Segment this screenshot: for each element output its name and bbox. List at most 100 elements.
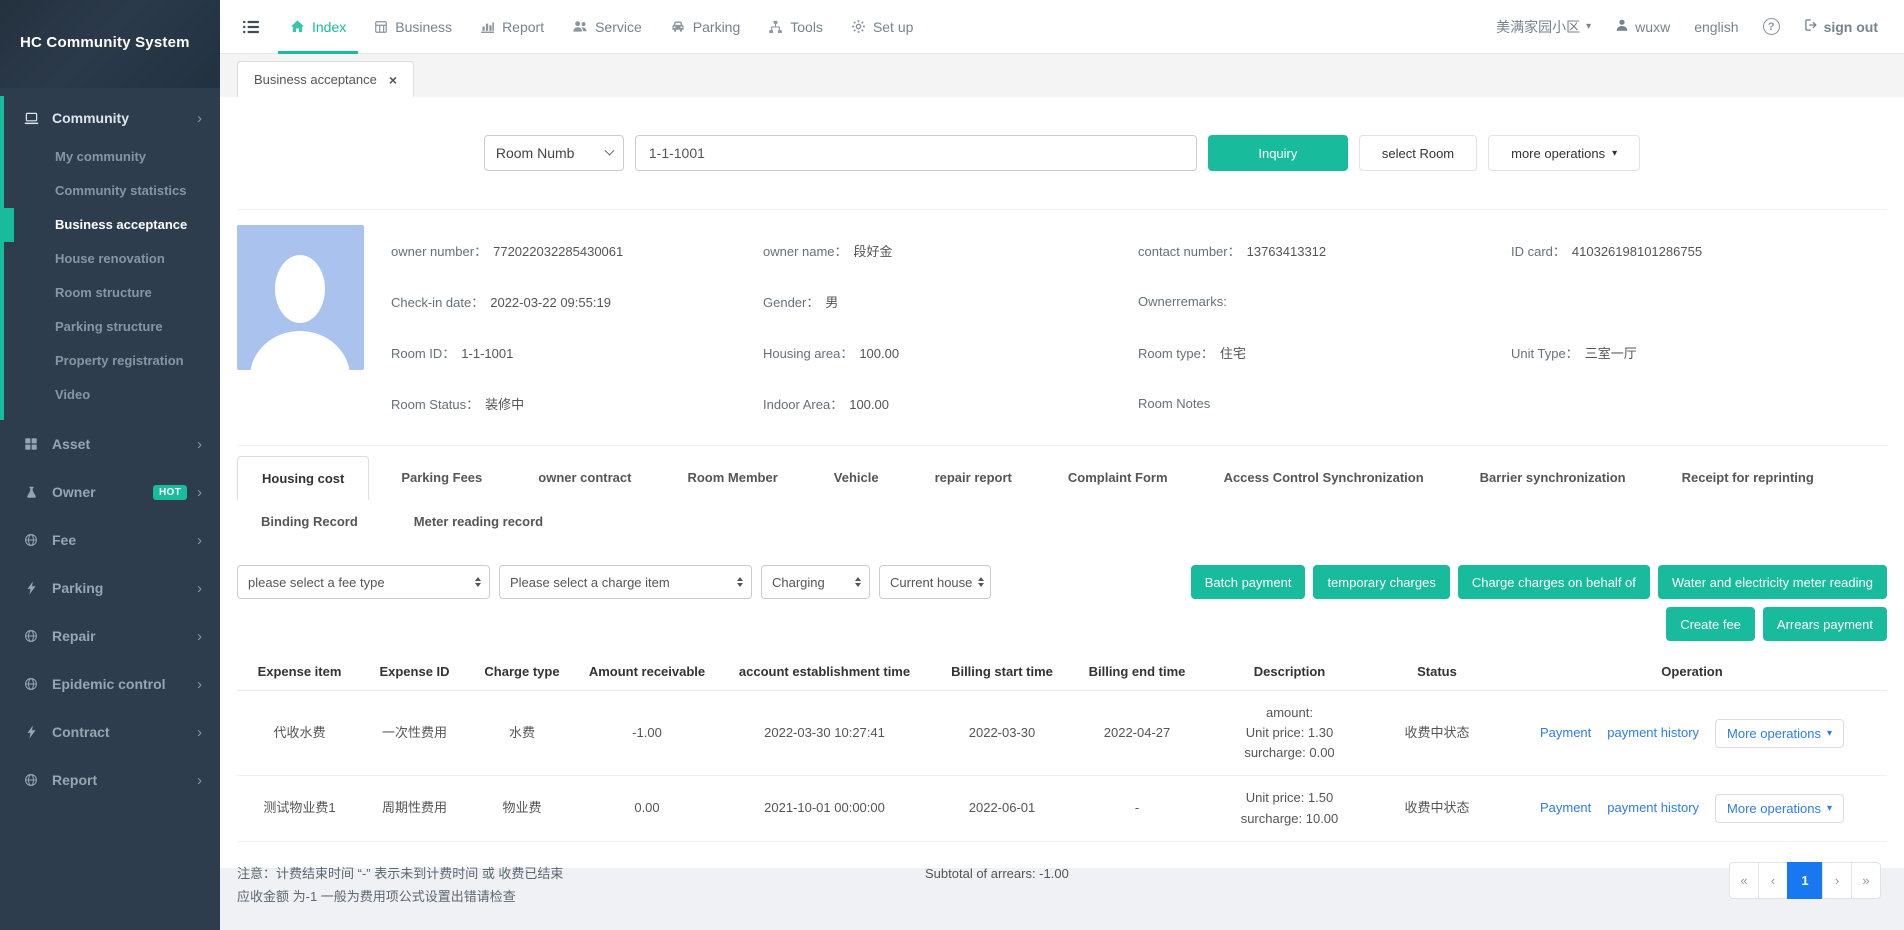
nav-item-business[interactable]: Business [374, 0, 452, 54]
more-operations-button[interactable]: more operations ▾ [1488, 135, 1640, 171]
updown-arrows-icon [978, 577, 984, 587]
water-electricity-meter-button[interactable]: Water and electricity meter reading [1658, 565, 1887, 599]
page-next-button[interactable]: › [1822, 862, 1852, 899]
tab-owner-contract[interactable]: owner contract [514, 456, 655, 500]
tab-access-control-sync[interactable]: Access Control Synchronization [1200, 456, 1448, 500]
flask-icon [22, 485, 40, 499]
field-empty [1511, 396, 1887, 411]
sidebar-item-fee[interactable]: Fee › [0, 516, 220, 564]
sidebar-item-parking-structure[interactable]: Parking structure [4, 310, 220, 344]
chevron-down-icon [604, 145, 614, 155]
question-circle-icon[interactable]: ? [1763, 18, 1780, 35]
create-fee-button[interactable]: Create fee [1666, 607, 1755, 641]
sidebar-item-repair[interactable]: Repair › [0, 612, 220, 660]
col-expense-id: Expense ID [362, 653, 467, 691]
menu-toggle-icon[interactable] [242, 18, 260, 36]
nav-item-index[interactable]: Index [290, 0, 346, 54]
sidebar-item-room-structure[interactable]: Room structure [4, 276, 220, 310]
charge-on-behalf-button[interactable]: Charge charges on behalf of [1458, 565, 1650, 599]
sidebar-item-contract[interactable]: Contract › [0, 708, 220, 756]
sign-out-button[interactable]: sign out [1804, 18, 1878, 35]
sidebar-item-report[interactable]: Report › [0, 756, 220, 804]
sidebar-item-owner[interactable]: Owner HOT › [0, 468, 220, 516]
chevron-right-icon: › [197, 628, 202, 645]
tab-barrier-sync[interactable]: Barrier synchronization [1456, 456, 1650, 500]
gear-icon [851, 19, 866, 34]
tab-business-acceptance[interactable]: Business acceptance × [237, 61, 414, 97]
divider [237, 445, 1887, 446]
fee-type-select[interactable]: please select a fee type [237, 565, 490, 599]
sidebar-item-video[interactable]: Video [4, 378, 220, 412]
current-house-select[interactable]: Current house [879, 565, 991, 599]
globe-icon [22, 533, 40, 547]
nav-item-tools[interactable]: Tools [768, 0, 823, 54]
community-selector[interactable]: 美满家园小区 ▾ [1496, 17, 1591, 37]
nav-item-report[interactable]: Report [480, 0, 544, 54]
caret-down-icon: ▾ [1586, 21, 1591, 32]
tab-binding-record[interactable]: Binding Record [237, 500, 382, 543]
sidebar-item-business-acceptance[interactable]: Business acceptance [4, 208, 220, 242]
page-first-button[interactable]: « [1729, 862, 1759, 899]
language-switch[interactable]: english [1694, 19, 1738, 35]
tab-room-member[interactable]: Room Member [663, 456, 801, 500]
tab-receipt-reprinting[interactable]: Receipt for reprinting [1658, 456, 1838, 500]
detail-tabs-row1: Housing cost Parking Fees owner contract… [237, 456, 1887, 500]
tab-parking-fees[interactable]: Parking Fees [377, 456, 506, 500]
nav-item-set-up[interactable]: Set up [851, 0, 913, 54]
home-icon [290, 19, 305, 34]
more-operations-row-button[interactable]: More operations ▾ [1715, 794, 1844, 823]
sidebar-item-my-community[interactable]: My community [4, 140, 220, 174]
owner-fields-grid: owner number：772022032285430061 owner na… [391, 225, 1887, 429]
charging-status-select[interactable]: Charging [761, 565, 870, 599]
users-icon [572, 19, 588, 34]
fee-filter-bar: please select a fee type Please select a… [237, 565, 1887, 641]
current-user[interactable]: wuxw [1615, 18, 1670, 35]
col-expense-item: Expense item [237, 653, 362, 691]
payment-history-link[interactable]: payment history [1607, 723, 1699, 743]
field-room-status: Room Status：装修中 [391, 394, 763, 413]
nav-item-service[interactable]: Service [572, 0, 642, 54]
bar-chart-icon [480, 19, 495, 34]
caret-down-icon: ▾ [1827, 803, 1832, 814]
sidebar-menu: Community › My community Community stati… [0, 88, 220, 804]
tab-vehicle[interactable]: Vehicle [810, 456, 903, 500]
col-charge-type: Charge type [467, 653, 577, 691]
divider [237, 209, 1887, 210]
page-1-button[interactable]: 1 [1787, 862, 1823, 899]
nav-item-parking[interactable]: Parking [670, 0, 740, 54]
arrears-payment-button[interactable]: Arrears payment [1763, 607, 1887, 641]
sidebar-item-house-renovation[interactable]: House renovation [4, 242, 220, 276]
temporary-charges-button[interactable]: temporary charges [1313, 565, 1449, 599]
page-last-button[interactable]: » [1851, 862, 1881, 899]
close-icon[interactable]: × [389, 72, 397, 88]
sidebar-item-epidemic-control[interactable]: Epidemic control › [0, 660, 220, 708]
chevron-right-icon: › [197, 484, 202, 501]
sidebar-item-property-registration[interactable]: Property registration [4, 344, 220, 378]
search-type-select[interactable]: Room Numb [484, 135, 624, 171]
payment-history-link[interactable]: payment history [1607, 798, 1699, 818]
inquiry-button[interactable]: Inquiry [1208, 135, 1348, 171]
more-operations-row-button[interactable]: More operations ▾ [1715, 719, 1844, 748]
sidebar-item-asset[interactable]: Asset › [0, 420, 220, 468]
select-room-button[interactable]: select Room [1359, 135, 1477, 171]
page-prev-button[interactable]: ‹ [1758, 862, 1788, 899]
field-contact-number: contact number：13763413312 [1138, 241, 1511, 260]
sidebar-item-community[interactable]: Community › [4, 96, 220, 140]
room-number-input[interactable] [635, 135, 1197, 171]
charge-item-select[interactable]: Please select a charge item [499, 565, 752, 599]
fee-action-buttons: Batch payment temporary charges Charge c… [1142, 565, 1887, 641]
payment-link[interactable]: Payment [1540, 798, 1591, 818]
tab-housing-cost[interactable]: Housing cost [237, 456, 369, 500]
sidebar-item-community-statistics[interactable]: Community statistics [4, 174, 220, 208]
field-room-notes: Room Notes [1138, 396, 1511, 411]
sign-out-icon [1804, 18, 1818, 35]
payment-link[interactable]: Payment [1540, 723, 1591, 743]
sidebar-item-parking[interactable]: Parking › [0, 564, 220, 612]
tab-repair-report[interactable]: repair report [911, 456, 1036, 500]
field-check-in-date: Check-in date：2022-03-22 09:55:19 [391, 292, 763, 311]
sidebar-group-community: Community › My community Community stati… [0, 96, 220, 420]
batch-payment-button[interactable]: Batch payment [1191, 565, 1306, 599]
tab-complaint-form[interactable]: Complaint Form [1044, 456, 1192, 500]
tab-meter-reading-record[interactable]: Meter reading record [390, 500, 567, 543]
col-billing-end-time: Billing end time [1072, 653, 1202, 691]
